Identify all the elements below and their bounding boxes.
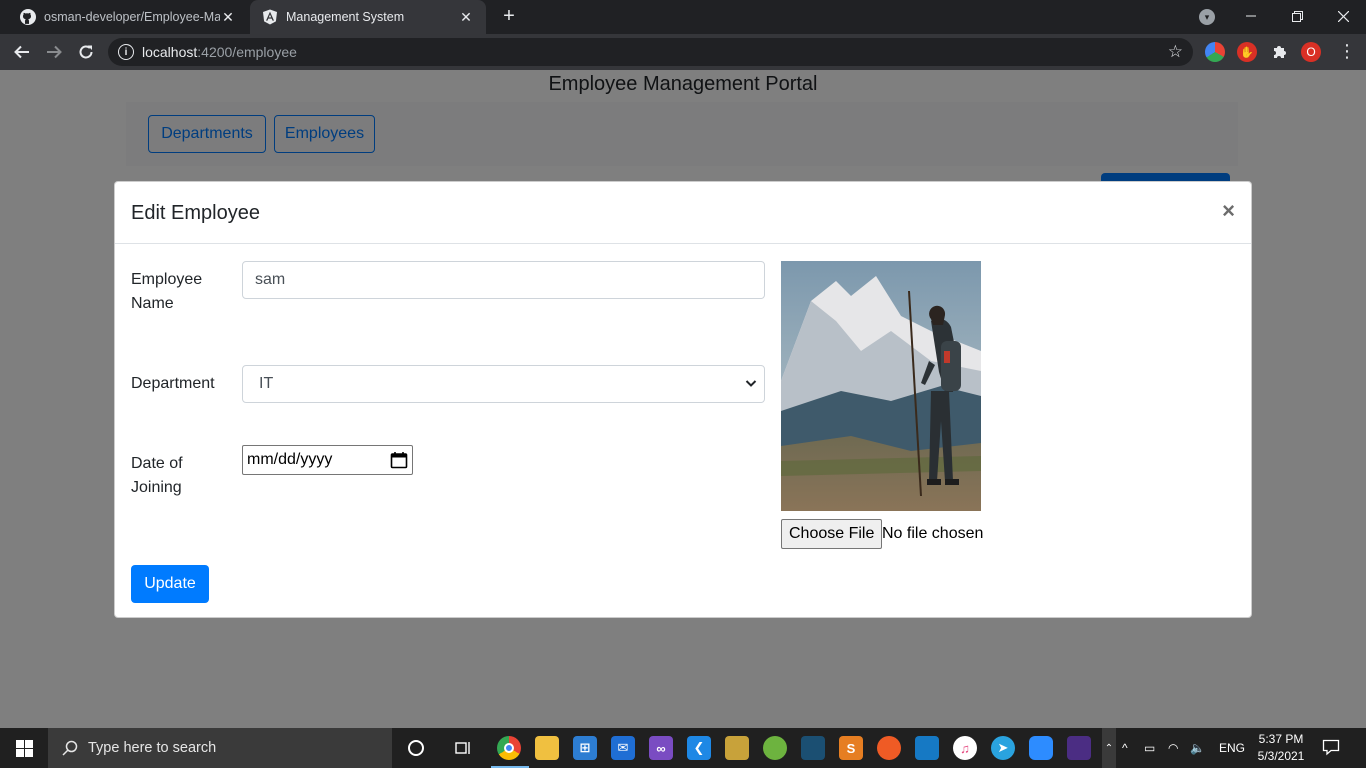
task-view-icon[interactable] [451,736,475,760]
reload-icon[interactable] [73,39,99,65]
language-indicator[interactable]: ENG [1219,728,1245,768]
itunes-icon[interactable]: ♫ [953,736,977,760]
windows-taskbar: Type here to search ⊞ ✉ ∞ ❮ S ♫ ➤ ⌃ ^ ▭ … [0,728,1366,768]
file-explorer-icon[interactable] [535,736,559,760]
choose-file-button[interactable]: Choose File [781,519,883,549]
page-viewport: Employee Management Portal Departments E… [0,70,1366,728]
battery-icon[interactable]: ▭ [1144,728,1155,768]
address-bar[interactable]: i localhost:4200/employee ☆ [108,38,1193,66]
spring-icon[interactable] [763,736,787,760]
browser-tabstrip: osman-developer/Employee-Management ✕ Ma… [0,0,1366,34]
edit-employee-modal: Edit Employee × Employee Name sam Depart… [114,181,1252,618]
browser-tab-github[interactable]: osman-developer/Employee-Management ✕ [8,0,248,34]
postman-icon[interactable] [877,736,901,760]
app-icon[interactable] [725,736,749,760]
forward-icon[interactable] [41,39,67,65]
chevron-down-icon [744,376,758,395]
date-of-joining-label: Date of Joining [131,455,183,496]
department-selected-value: IT [259,375,274,392]
new-tab-button[interactable]: + [498,6,520,28]
browser-tab-management-system[interactable]: Management System ✕ [250,0,486,34]
zoom-icon[interactable] [1029,736,1053,760]
date-placeholder: mm/dd/yyyy [247,451,333,468]
close-window-icon[interactable] [1320,0,1366,32]
extensions-puzzle-icon[interactable] [1269,42,1289,62]
store-icon[interactable]: ⊞ [573,736,597,760]
employee-photo [781,261,981,511]
close-icon[interactable]: × [1222,200,1235,222]
search-placeholder: Type here to search [88,740,217,756]
windows-start-icon[interactable] [0,728,48,768]
browser-menu-icon[interactable]: ⋮ [1338,42,1356,60]
bookmark-star-icon[interactable]: ☆ [1168,42,1183,62]
back-icon[interactable] [9,39,35,65]
show-hidden-icons-icon[interactable]: ^ [1122,728,1128,768]
date-of-joining-input[interactable]: mm/dd/yyyy [242,445,413,475]
mysql-workbench-icon[interactable] [801,736,825,760]
notifications-icon[interactable] [1322,738,1340,761]
taskbar-clock[interactable]: 5:37 PM 5/3/2021 [1252,731,1310,765]
tab-close-icon[interactable]: ✕ [220,9,236,26]
department-label: Department [131,375,215,392]
tab-title: Management System [286,10,405,24]
tab-search-icon[interactable]: ▾ [1199,9,1215,25]
employee-name-label: Employee Name [131,271,203,312]
tab-close-icon[interactable]: ✕ [458,9,474,26]
tab-title: osman-developer/Employee-Management [44,10,220,24]
clock-time: 5:37 PM [1258,732,1304,746]
employee-name-input[interactable]: sam [242,261,765,299]
wireshark-icon[interactable] [915,736,939,760]
extension-icon[interactable] [1205,42,1225,62]
github-icon [20,9,36,25]
sublime-text-icon[interactable]: S [839,736,863,760]
chrome-icon[interactable] [497,736,521,760]
modal-title: Edit Employee [131,202,260,224]
telegram-icon[interactable]: ➤ [991,736,1015,760]
angular-icon [262,9,278,25]
terminal-icon[interactable] [1067,736,1091,760]
clock-date: 5/3/2021 [1257,749,1305,763]
modal-header: Edit Employee × [115,182,1251,244]
extension-hand-icon[interactable]: ✋ [1237,42,1257,62]
vscode-icon[interactable]: ❮ [687,736,711,760]
search-icon [62,740,78,756]
url-path: :4200/employee [197,44,297,60]
browser-toolbar: i localhost:4200/employee ☆ ✋ O ⋮ [0,34,1366,70]
wifi-icon[interactable]: ◠ [1168,728,1178,768]
volume-icon[interactable]: 🔈 [1190,728,1205,768]
site-info-icon[interactable]: i [118,44,134,60]
profile-avatar[interactable]: O [1301,42,1321,62]
mail-icon[interactable]: ✉ [611,736,635,760]
minimize-icon[interactable] [1228,0,1274,32]
taskbar-search-box[interactable]: Type here to search [48,728,392,768]
file-status-text: No file chosen [882,525,984,542]
calendar-icon[interactable] [390,451,408,474]
visual-studio-icon[interactable]: ∞ [649,736,673,760]
cortana-icon[interactable] [404,736,428,760]
restore-icon[interactable] [1274,0,1320,32]
url-host: localhost [142,44,198,60]
update-button[interactable]: Update [131,565,209,603]
taskbar-scroll[interactable]: ⌃ [1102,728,1116,768]
department-select[interactable]: IT [242,365,765,403]
